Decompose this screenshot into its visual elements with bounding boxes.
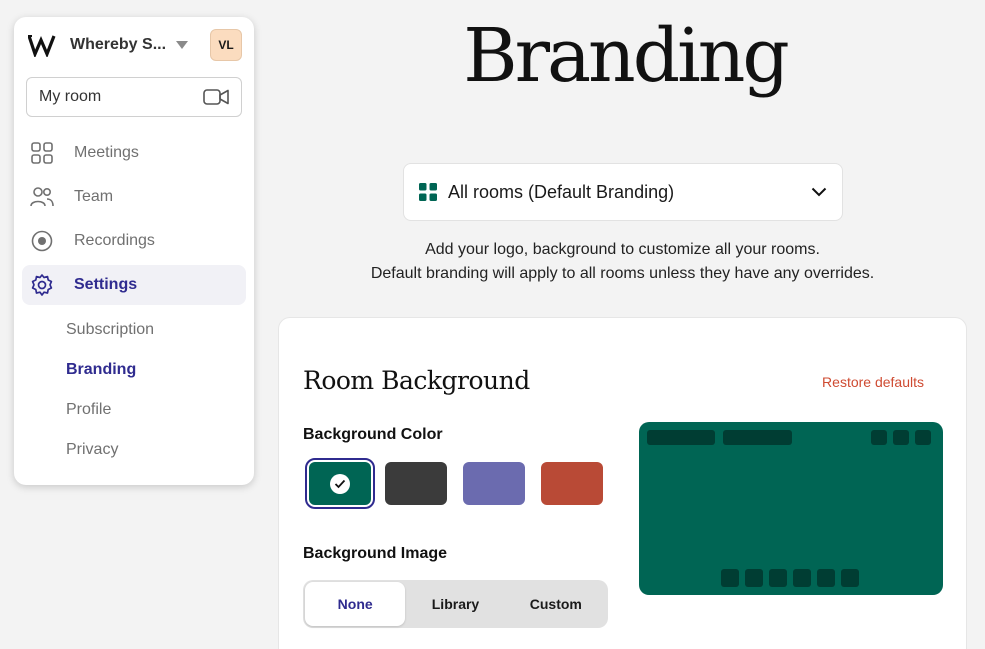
card-title: Room Background — [303, 366, 530, 395]
image-option-none[interactable]: None — [305, 582, 406, 626]
description-line-2: Default branding will apply to all rooms… — [370, 265, 875, 282]
preview-toolbar-button — [817, 569, 835, 587]
people-icon — [30, 185, 54, 209]
color-swatch-dark-gray[interactable] — [385, 462, 447, 505]
video-camera-icon — [203, 88, 229, 106]
org-switcher[interactable]: Whereby S... VL — [28, 29, 242, 61]
sidebar-item-recordings[interactable]: Recordings — [22, 221, 246, 261]
sidebar-item-settings[interactable]: Settings — [22, 265, 246, 305]
sidebar-item-label: Meetings — [74, 144, 139, 161]
sidebar: Whereby S... VL My room Meetings Team Re… — [14, 17, 254, 485]
grid-icon — [418, 182, 438, 202]
room-select-value: All rooms (Default Branding) — [448, 181, 675, 202]
my-room-label: My room — [39, 88, 102, 105]
sidebar-item-label: Recordings — [74, 232, 155, 249]
sidebar-item-label: Team — [74, 188, 114, 205]
my-room-button[interactable]: My room — [26, 77, 242, 117]
caret-down-icon[interactable] — [174, 37, 190, 53]
page-title: Branding — [463, 13, 790, 99]
preview-toolbar-button — [841, 569, 859, 587]
whereby-logo-icon — [28, 31, 56, 59]
record-icon — [30, 229, 54, 253]
sidebar-subitem-subscription[interactable]: Subscription — [66, 321, 154, 339]
grid-icon — [30, 141, 54, 165]
image-option-custom[interactable]: Custom — [506, 582, 606, 626]
preview-top-button — [871, 430, 887, 445]
background-image-selector: None Library Custom — [303, 580, 608, 628]
gear-icon — [30, 273, 54, 297]
chevron-down-icon — [810, 183, 828, 201]
background-image-label: Background Image — [303, 545, 448, 562]
sidebar-subitem-profile[interactable]: Profile — [66, 401, 111, 419]
color-swatch-red[interactable] — [541, 462, 603, 505]
preview-toolbar-button — [721, 569, 739, 587]
room-background-card: Room Background Restore defaults Backgro… — [278, 317, 967, 649]
preview-toolbar-button — [745, 569, 763, 587]
avatar[interactable]: VL — [210, 29, 242, 61]
preview-toolbar-button — [793, 569, 811, 587]
preview-top-bar — [647, 430, 715, 445]
sidebar-item-team[interactable]: Team — [22, 177, 246, 217]
preview-top-button — [915, 430, 931, 445]
restore-defaults-link[interactable]: Restore defaults — [822, 374, 924, 390]
room-select-dropdown[interactable]: All rooms (Default Branding) — [403, 163, 843, 221]
sidebar-subitem-branding[interactable]: Branding — [66, 361, 136, 379]
image-option-library[interactable]: Library — [405, 582, 505, 626]
room-preview — [639, 422, 943, 595]
check-icon — [330, 473, 350, 494]
sidebar-item-meetings[interactable]: Meetings — [22, 133, 246, 173]
preview-toolbar-button — [769, 569, 787, 587]
preview-top-bar — [723, 430, 792, 445]
sidebar-subitem-privacy[interactable]: Privacy — [66, 441, 118, 459]
preview-top-button — [893, 430, 909, 445]
color-swatch-purple[interactable] — [463, 462, 525, 505]
sidebar-item-label: Settings — [74, 276, 138, 293]
description-line-1: Add your logo, background to customize a… — [425, 241, 820, 258]
color-swatch-green[interactable] — [305, 458, 375, 509]
org-name: Whereby S... — [70, 36, 167, 53]
background-color-label: Background Color — [303, 426, 443, 443]
